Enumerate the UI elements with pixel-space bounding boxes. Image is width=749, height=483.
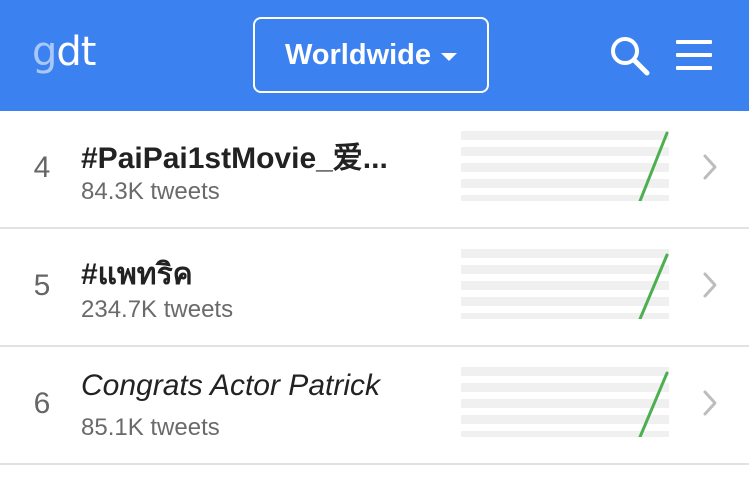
top-navigation-bar: gdt Worldwide [0, 0, 749, 111]
trend-name: #แพทริค [81, 258, 193, 291]
trend-name: Congrats Actor Patrick [81, 369, 380, 402]
trend-row-6[interactable]: 6 Congrats Actor Patrick 85.1K tweets [0, 347, 749, 465]
trend-sparkline [461, 131, 669, 201]
trend-name: #PaiPai1stMovie_爱... [81, 142, 388, 175]
tweet-count: 234.7K tweets [81, 296, 234, 323]
chevron-right-icon [703, 272, 717, 298]
region-dropdown[interactable]: Worldwide [253, 17, 489, 93]
trend-rank: 6 [33, 387, 51, 420]
tweet-count: 84.3K tweets [81, 178, 220, 205]
region-label: Worldwide [284, 38, 432, 71]
trend-rank: 4 [33, 151, 51, 184]
chevron-right-icon [703, 154, 717, 180]
trend-row-5[interactable]: 5 #แพทริค 234.7K tweets [0, 229, 749, 347]
trend-sparkline [461, 367, 669, 437]
chevron-right-icon [703, 390, 717, 416]
menu-button[interactable] [674, 38, 714, 72]
trend-row-4[interactable]: 4 #PaiPai1stMovie_爱... 84.3K tweets [0, 111, 749, 229]
search-icon [611, 37, 650, 76]
logo-letters-dt: dt [56, 29, 96, 75]
logo-letter-g: g [32, 29, 57, 75]
tweet-count: 85.1K tweets [81, 414, 220, 441]
gdt-logo[interactable]: gdt [32, 26, 96, 78]
search-button[interactable] [608, 34, 652, 78]
hamburger-menu-icon [676, 40, 712, 70]
caret-down-icon [441, 53, 458, 61]
trend-sparkline [461, 249, 669, 319]
trend-rank: 5 [33, 269, 51, 302]
